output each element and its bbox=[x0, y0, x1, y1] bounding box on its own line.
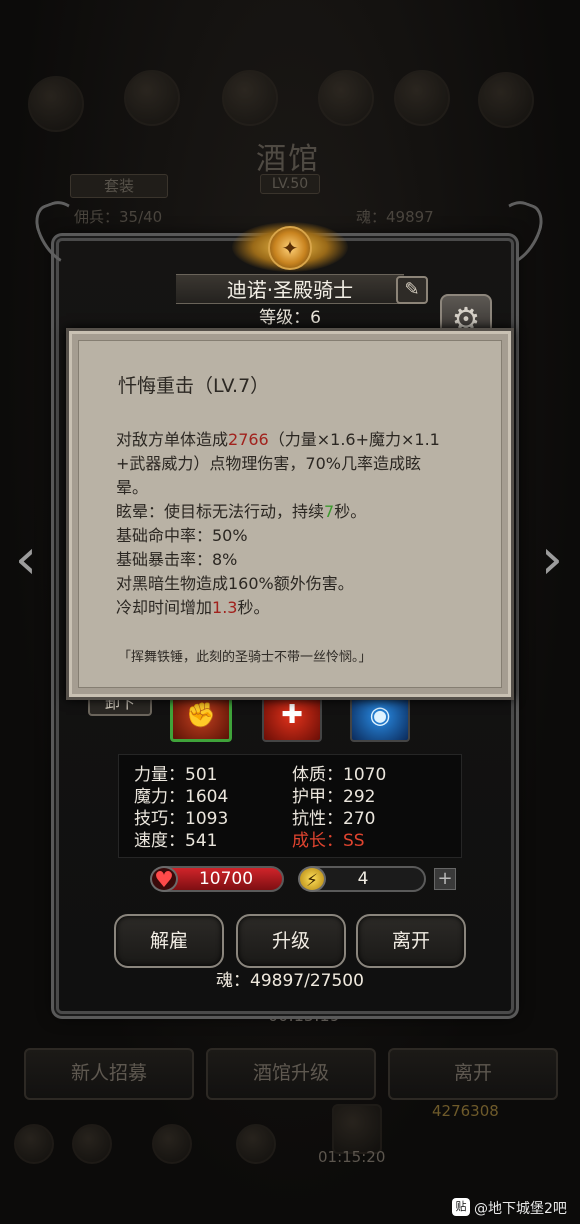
desc-line-1: 对敌方单体造成2766（力量×1.6+魔力×1.1 bbox=[116, 428, 486, 452]
desc-text: 冷却时间增加 bbox=[116, 598, 213, 617]
recruit-button[interactable]: 新人招募 bbox=[24, 1048, 194, 1100]
stat-resistance: 抗性：270 bbox=[292, 809, 376, 829]
damage-value: 2766 bbox=[228, 430, 269, 449]
gold-amount: 4276308 bbox=[432, 1102, 499, 1120]
character-name: 迪诺·圣殿骑士 bbox=[176, 274, 404, 304]
edit-name-button[interactable]: ✎ bbox=[396, 276, 428, 304]
soul-counter-bg: 魂：49897 bbox=[356, 208, 434, 226]
stat-growth: 成长：SS bbox=[292, 831, 365, 851]
outfit-tab[interactable]: 套装 bbox=[70, 174, 168, 198]
stun-duration-value: 7 bbox=[324, 502, 335, 521]
desc-line-4: 眩晕：使目标无法行动，持续7秒。 bbox=[116, 500, 486, 524]
bg-chest-icon bbox=[332, 1104, 382, 1154]
leave-button[interactable]: 离开 bbox=[356, 914, 466, 968]
skill-title: 忏悔重击（LV.7） bbox=[118, 375, 270, 397]
skill-description: 对敌方单体造成2766（力量×1.6+魔力×1.1 +武器威力）点物理伤害，70… bbox=[116, 428, 486, 620]
tieba-badge-icon: 贴 bbox=[452, 1198, 470, 1216]
desc-line-5: 基础命中率：50% bbox=[116, 526, 248, 545]
mercenary-counter: 佣兵：35/40 bbox=[74, 208, 163, 226]
desc-text: 眩晕：使目标无法行动，持续 bbox=[116, 502, 325, 521]
stat-magic: 魔力：1604 bbox=[134, 787, 229, 807]
bg-bottom-icon-1 bbox=[14, 1124, 54, 1164]
stat-speed: 速度：541 bbox=[134, 831, 218, 851]
bg-menu-icon-2 bbox=[124, 70, 180, 126]
lightning-icon: ⚡ bbox=[298, 866, 326, 892]
pencil-icon: ✎ bbox=[404, 279, 420, 300]
desc-line-7: 对黑暗生物造成160%额外伤害。 bbox=[116, 574, 354, 593]
dismiss-button[interactable]: 解雇 bbox=[114, 914, 224, 968]
heart-icon: ♥ bbox=[150, 866, 178, 893]
tavern-title: 酒馆 bbox=[256, 142, 320, 177]
bg-menu-icon-6 bbox=[478, 72, 534, 128]
soul-cost: 魂：49897/27500 bbox=[216, 971, 364, 991]
emblem-icon: ✦ bbox=[268, 226, 312, 270]
desc-text: 秒。 bbox=[334, 502, 367, 521]
bg-leave-button[interactable]: 离开 bbox=[388, 1048, 558, 1100]
stat-armor: 护甲：292 bbox=[292, 787, 376, 807]
tavern-upgrade-button[interactable]: 酒馆升级 bbox=[206, 1048, 376, 1100]
bg-bottom-icon-2 bbox=[72, 1124, 112, 1164]
stat-skill: 技巧：1093 bbox=[134, 809, 229, 829]
desc-text: （力量×1.6+魔力×1.1 bbox=[268, 430, 440, 449]
plus-icon: + bbox=[437, 868, 453, 889]
bg-menu-icon-3 bbox=[222, 70, 278, 126]
cooldown-value: 1.3 bbox=[212, 598, 238, 617]
next-character-arrow[interactable]: › bbox=[532, 530, 572, 594]
desc-line-3: 晕。 bbox=[116, 478, 149, 497]
add-energy-button[interactable]: + bbox=[434, 868, 456, 890]
desc-text: 秒。 bbox=[237, 598, 270, 617]
tavern-level: LV.50 bbox=[260, 174, 320, 194]
stat-constitution: 体质：1070 bbox=[292, 765, 387, 785]
desc-line-6: 基础暴击率：8% bbox=[116, 550, 238, 569]
upgrade-button[interactable]: 升级 bbox=[236, 914, 346, 968]
desc-line-8: 冷却时间增加1.3秒。 bbox=[116, 596, 486, 620]
prev-character-arrow[interactable]: ‹ bbox=[6, 530, 46, 594]
bg-menu-icon-4 bbox=[318, 70, 374, 126]
bg-menu-icon-5 bbox=[394, 70, 450, 126]
bg-bottom-icon-3 bbox=[152, 1124, 192, 1164]
skill-flavor-quote: 「挥舞铁锤，此刻的圣骑士不带一丝怜悯。」 bbox=[118, 650, 372, 665]
desc-text: 对敌方单体造成 bbox=[116, 430, 229, 449]
bottom-timer: 01:15:20 bbox=[318, 1148, 386, 1166]
watermark-text: @地下城堡2吧 bbox=[474, 1201, 567, 1217]
stat-strength: 力量：501 bbox=[134, 765, 218, 785]
bg-bottom-icon-4 bbox=[236, 1124, 276, 1164]
bg-menu-icon-1 bbox=[28, 76, 84, 132]
desc-line-2: +武器威力）点物理伤害，70%几率造成眩 bbox=[116, 454, 421, 473]
